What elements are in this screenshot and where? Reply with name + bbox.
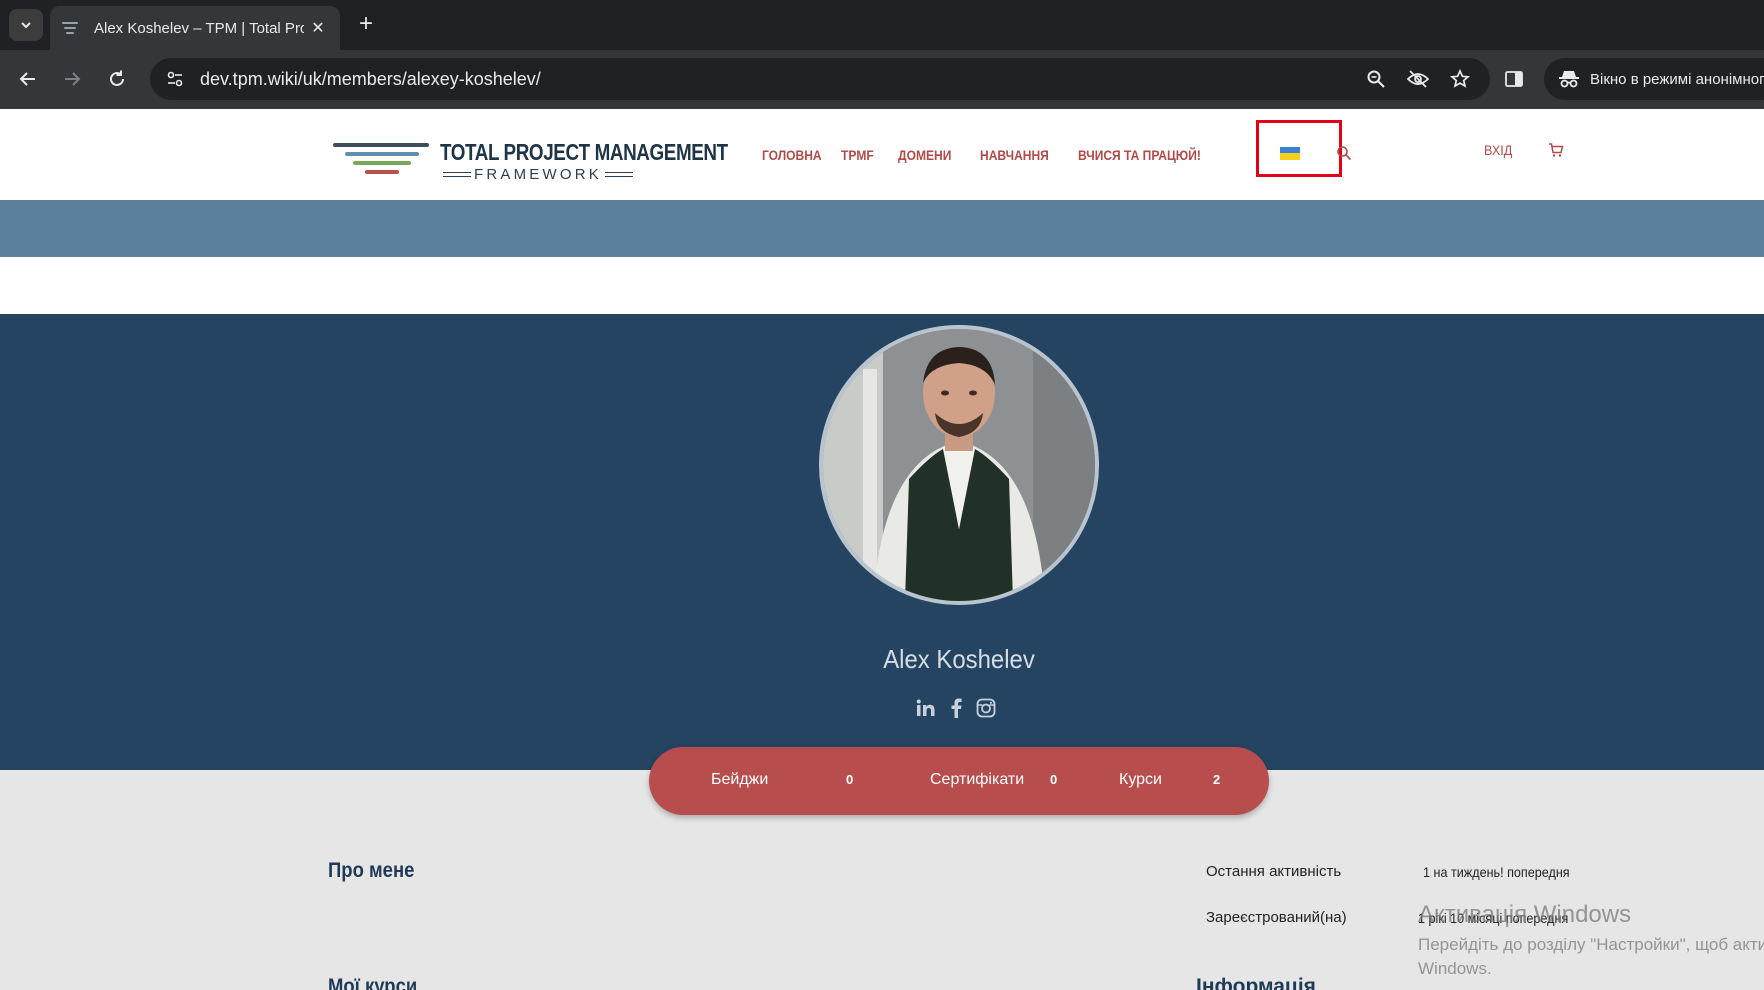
social-links xyxy=(916,698,996,723)
avatar xyxy=(819,325,1099,605)
stat-badges-tab[interactable]: Бейджи xyxy=(711,771,768,789)
member-name: Alex Koshelev xyxy=(883,644,1035,674)
nav-item-tpmf[interactable]: TPMF xyxy=(841,147,874,163)
last-activity-label: Остання активність xyxy=(1206,863,1342,880)
eye-off-icon[interactable] xyxy=(1406,67,1430,91)
address-bar[interactable]: dev.tpm.wiki/uk/members/alexey-koshelev/ xyxy=(150,58,1490,100)
windows-activation-watermark: Активація Windows Перейдіть до розділу "… xyxy=(1418,901,1764,979)
logo-brand-line1: TOTAL PROJECT MANAGEMENT xyxy=(440,139,728,165)
browser-tab-strip: Alex Koshelev – TPM | Total Project Mana… xyxy=(0,0,1764,50)
stat-courses-count: 2 xyxy=(1213,772,1221,787)
linkedin-icon[interactable] xyxy=(916,699,936,722)
address-url[interactable]: dev.tpm.wiki/uk/members/alexey-koshelev/ xyxy=(200,69,541,90)
nav-item-learn-and-work[interactable]: ВЧИСЯ ТА ПРАЦЮЙ! xyxy=(1078,147,1201,163)
back-button[interactable] xyxy=(14,65,42,93)
nav-item-domains[interactable]: ДОМЕНИ xyxy=(898,147,951,163)
page-viewport: TOTAL PROJECT MANAGEMENT FRAMEWORK ГОЛОВ… xyxy=(0,109,1764,990)
tab-search-button[interactable] xyxy=(9,9,43,41)
cart-icon[interactable] xyxy=(1548,142,1564,163)
incognito-icon xyxy=(1558,69,1580,89)
logo-brand-line2: FRAMEWORK xyxy=(440,166,636,183)
arrow-right-icon xyxy=(65,72,81,86)
search-icon[interactable] xyxy=(1336,145,1352,166)
instagram-icon[interactable] xyxy=(976,698,996,723)
about-section-title: Про мене xyxy=(328,859,415,882)
courses-section-title: Мої курси xyxy=(328,975,418,990)
reload-button[interactable] xyxy=(103,65,131,93)
stat-certificates-tab[interactable]: Сертифікати xyxy=(930,771,1024,789)
nav-item-learning[interactable]: НАВЧАННЯ xyxy=(980,147,1049,163)
incognito-indicator[interactable]: Вікно в режимі анонімного перегляду xyxy=(1544,58,1764,100)
arrow-left-icon xyxy=(19,72,35,86)
login-link[interactable]: ВХІД xyxy=(1484,142,1512,158)
page-banner xyxy=(0,200,1764,257)
browser-toolbar: dev.tpm.wiki/uk/members/alexey-koshelev/… xyxy=(0,50,1764,109)
last-activity-value: 1 на тиждень! попередня xyxy=(1423,864,1570,880)
forward-button[interactable] xyxy=(58,65,86,93)
reload-icon xyxy=(110,70,124,86)
site-logo[interactable]: TOTAL PROJECT MANAGEMENT FRAMEWORK xyxy=(333,129,728,183)
stat-badges-count: 0 xyxy=(846,772,854,787)
side-panel-button[interactable] xyxy=(1500,65,1528,93)
watermark-line3: Windows. xyxy=(1418,959,1492,978)
facebook-icon[interactable] xyxy=(950,698,962,723)
main-nav: ГОЛОВНА TPMF ДОМЕНИ НАВЧАННЯ ВЧИСЯ ТА ПР… xyxy=(762,147,1220,163)
bookmark-star-icon[interactable] xyxy=(1448,67,1472,91)
zoom-icon[interactable] xyxy=(1364,67,1388,91)
tab-favicon-icon xyxy=(62,18,82,38)
registered-label: Зареєстрований(на) xyxy=(1206,909,1347,926)
chevron-down-icon xyxy=(21,22,31,29)
stat-courses-tab[interactable]: Курси xyxy=(1119,771,1162,789)
ukraine-flag-icon[interactable] xyxy=(1280,147,1300,160)
site-settings-icon[interactable] xyxy=(164,68,186,90)
tab-title: Alex Koshelev – TPM | Total Project Mana… xyxy=(94,19,304,37)
watermark-line1: Активація Windows xyxy=(1418,901,1632,928)
nav-item-home[interactable]: ГОЛОВНА xyxy=(762,147,822,163)
new-tab-button[interactable]: + xyxy=(352,10,380,38)
info-section-title: Інформація xyxy=(1196,975,1316,990)
tab-close-icon[interactable]: ✕ xyxy=(308,18,328,38)
watermark-line2: Перейдіть до розділу "Настройки", щоб ак… xyxy=(1418,935,1764,954)
browser-tab-active[interactable]: Alex Koshelev – TPM | Total Project Mana… xyxy=(50,6,340,50)
site-header: TOTAL PROJECT MANAGEMENT FRAMEWORK ГОЛОВ… xyxy=(0,109,1764,200)
incognito-label: Вікно в режимі анонімного перегляду xyxy=(1590,70,1764,88)
side-panel-icon xyxy=(1505,71,1523,87)
stat-certificates-count: 0 xyxy=(1050,772,1058,787)
page-banner-spacer xyxy=(0,257,1764,314)
profile-stats-bar: Бейджи 0 Сертифікати 0 Курси 2 xyxy=(649,747,1269,815)
